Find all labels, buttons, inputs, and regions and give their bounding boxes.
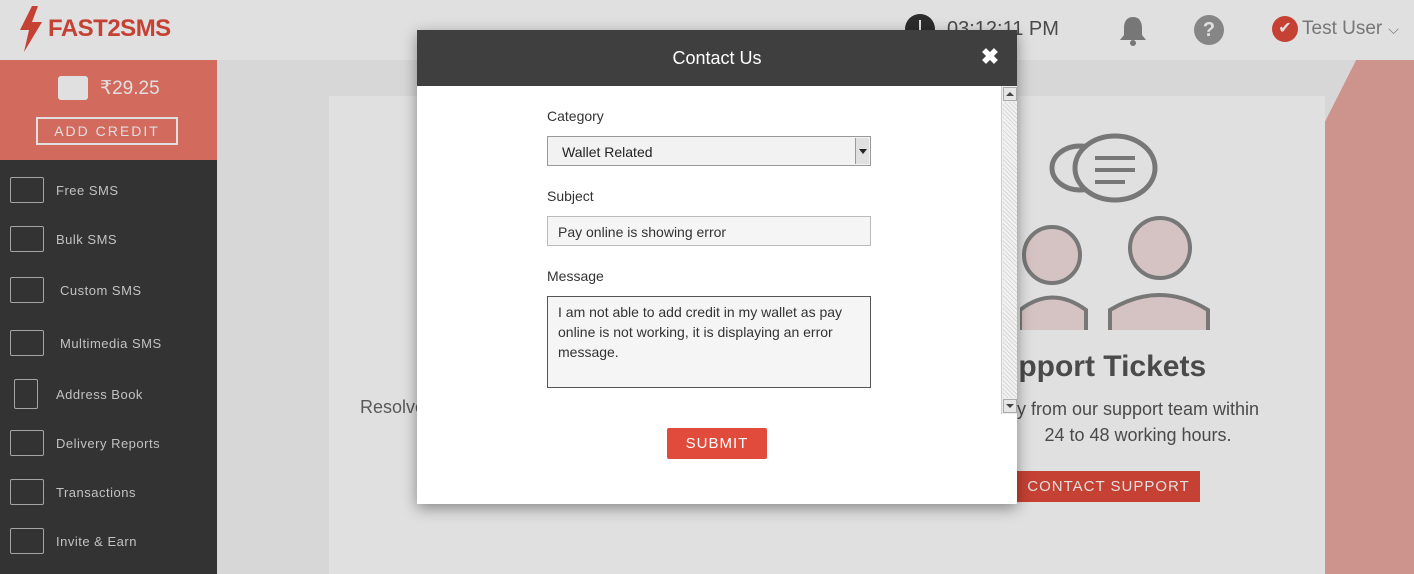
scroll-down-arrow-icon[interactable] [1003, 399, 1017, 413]
scroll-track[interactable] [1003, 102, 1017, 398]
subject-input-value: Pay online is showing error [558, 224, 727, 240]
category-select[interactable]: Wallet Related [547, 136, 871, 166]
message-label: Message [547, 268, 604, 284]
category-select-value: Wallet Related [562, 144, 653, 160]
scroll-up-arrow-icon[interactable] [1003, 87, 1017, 101]
modal-body: Category Wallet Related Subject Pay onli… [417, 86, 1017, 414]
chevron-down-icon [855, 138, 869, 164]
submit-button[interactable]: SUBMIT [667, 428, 767, 459]
modal-scrollbar[interactable] [1001, 86, 1017, 414]
modal-title: Contact Us [672, 48, 762, 68]
modal-header: Contact Us ✖ [417, 30, 1017, 86]
contact-us-modal: Contact Us ✖ Category Wallet Related Sub… [417, 30, 1017, 504]
category-label: Category [547, 108, 604, 124]
subject-input[interactable]: Pay online is showing error [547, 216, 871, 246]
message-textarea[interactable]: I am not able to add credit in my wallet… [547, 296, 871, 388]
close-icon[interactable]: ✖ [979, 44, 1001, 70]
subject-label: Subject [547, 188, 594, 204]
